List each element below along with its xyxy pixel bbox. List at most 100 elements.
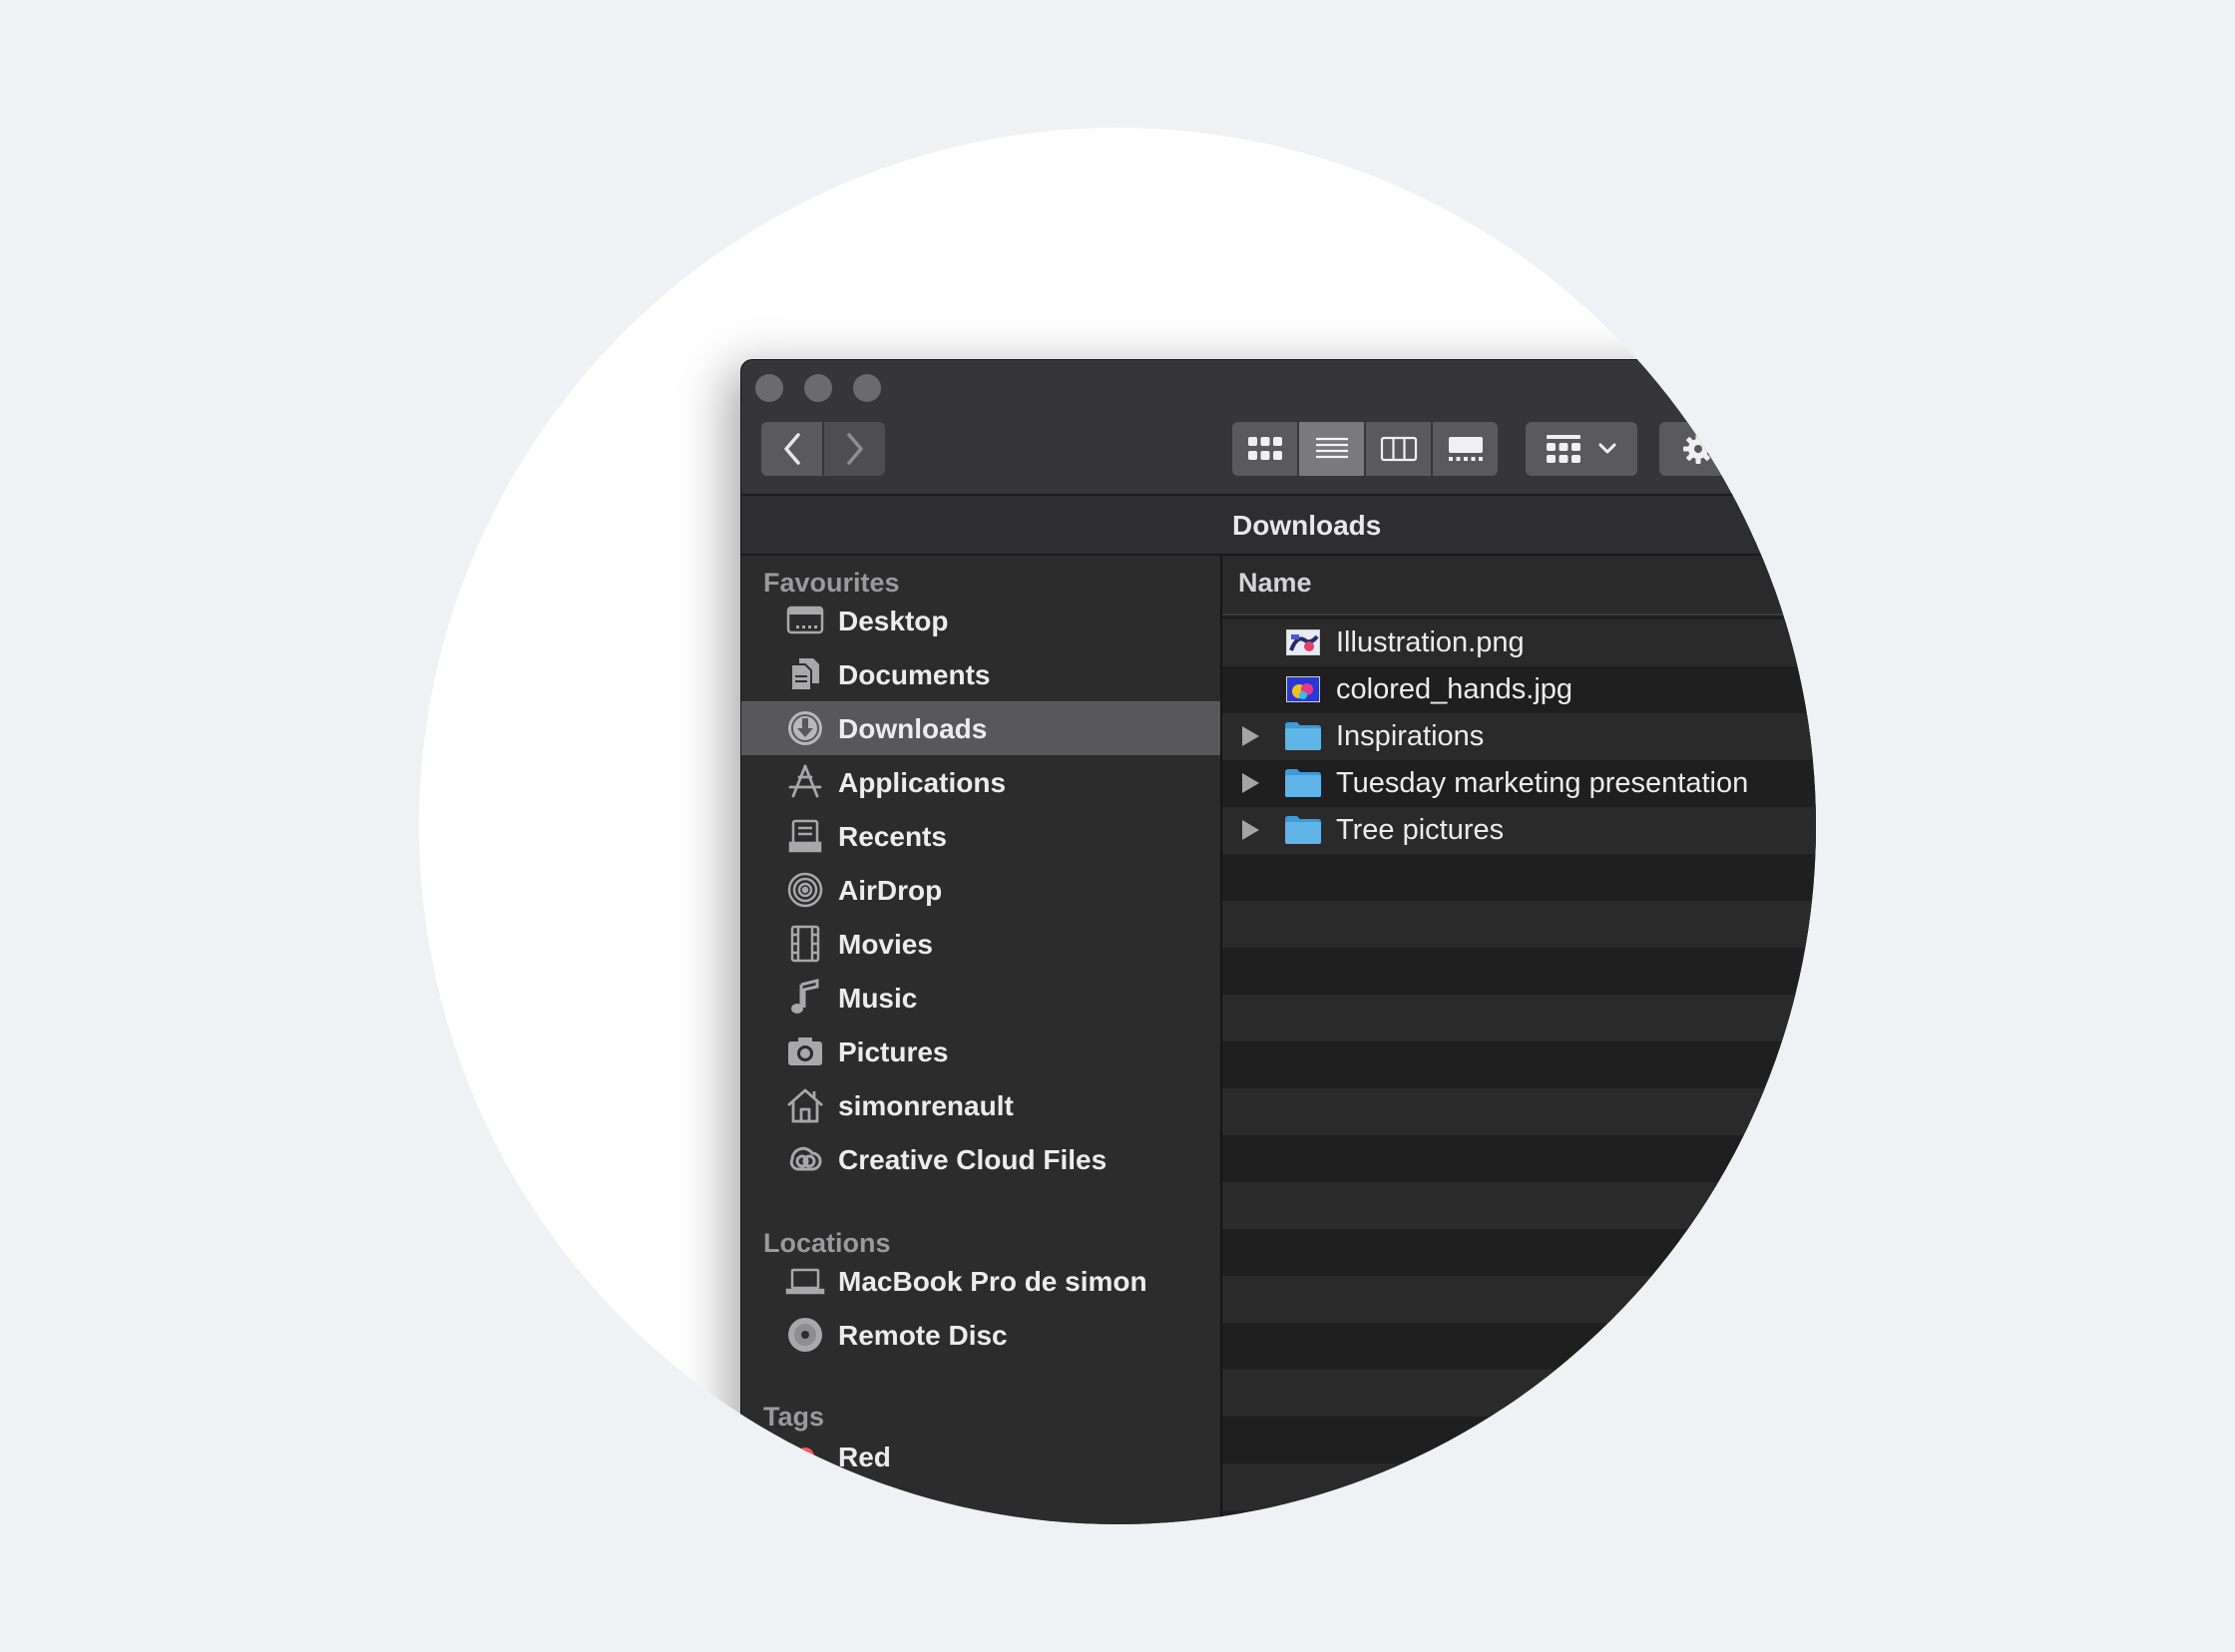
sidebar-item-label: simonrenault	[838, 1090, 1014, 1121]
file-row-inspirations[interactable]: Inspirations	[1222, 713, 1816, 760]
airdrop-icon	[785, 871, 825, 909]
gallery-view-button[interactable]	[1433, 422, 1498, 476]
sidebar-item-remote-disc[interactable]: Remote Disc	[741, 1308, 1220, 1362]
sidebar-item-label: Desktop	[838, 606, 949, 636]
disc-icon	[785, 1316, 825, 1354]
sidebar-item-simonrenault[interactable]: simonrenault	[741, 1078, 1220, 1132]
file-name: Inspirations	[1336, 720, 1485, 752]
sidebar-item-tag-red[interactable]: Red	[741, 1430, 1220, 1483]
file-row-tuesday-marketing[interactable]: Tuesday marketing presentation	[1222, 760, 1816, 807]
sidebar-item-creative-cloud[interactable]: Creative Cloud Files	[741, 1132, 1220, 1186]
file-name: Tuesday marketing presentation	[1336, 767, 1749, 799]
gallery-view-icon	[1448, 437, 1483, 461]
sidebar-item-movies[interactable]: Movies	[741, 917, 1220, 971]
sidebar-item-label: Pictures	[838, 1036, 949, 1067]
sidebar-item-applications[interactable]: Applications	[741, 755, 1220, 809]
column-view-button[interactable]	[1366, 422, 1431, 476]
finder-window: Downloads Favourites Desktop Documents D…	[740, 359, 1816, 1524]
music-icon	[785, 979, 825, 1017]
sidebar-item-label: Remote Disc	[838, 1320, 1008, 1351]
empty-row	[1222, 948, 1816, 995]
image-file-icon	[1286, 676, 1320, 702]
folder-icon	[1284, 768, 1322, 798]
spotlight-circle: Downloads Favourites Desktop Documents D…	[419, 128, 1816, 1524]
action-button[interactable]	[1659, 422, 1759, 476]
empty-row	[1222, 1041, 1816, 1088]
documents-icon	[785, 655, 825, 693]
sidebar-item-label: Applications	[838, 767, 1007, 798]
sidebar-item-airdrop[interactable]: AirDrop	[741, 863, 1220, 917]
title-bar	[741, 360, 1816, 496]
view-switcher	[1232, 422, 1498, 476]
sidebar-item-music[interactable]: Music	[741, 971, 1220, 1025]
empty-row	[1222, 1276, 1816, 1323]
empty-row	[1222, 1088, 1816, 1135]
sidebar-item-label: Movies	[838, 929, 933, 960]
column-header-name[interactable]: Name	[1222, 556, 1816, 616]
empty-row	[1222, 1510, 1816, 1524]
forward-button[interactable]	[824, 422, 885, 476]
sidebar-item-downloads[interactable]: Downloads	[741, 701, 1220, 755]
folder-icon	[1284, 815, 1322, 845]
empty-row	[1222, 1229, 1816, 1276]
pictures-icon	[785, 1032, 825, 1070]
back-button[interactable]	[761, 422, 822, 476]
empty-row	[1222, 995, 1816, 1041]
empty-row	[1222, 1323, 1816, 1370]
file-row-tree-pictures[interactable]: Tree pictures	[1222, 807, 1816, 854]
list-view-icon	[1315, 437, 1348, 459]
sidebar-item-recents[interactable]: Recents	[741, 809, 1220, 863]
file-rows: Illustration.png colored_hands.jpg Inspi…	[1222, 620, 1816, 1524]
disclosure-triangle-icon[interactable]	[1242, 726, 1259, 746]
empty-row	[1222, 1370, 1816, 1417]
zoom-window-button[interactable]	[853, 374, 881, 402]
sidebar-item-label: MacBook Pro de simon	[838, 1266, 1147, 1297]
sidebar-item-label: Creative Cloud Files	[838, 1144, 1108, 1175]
empty-row	[1222, 901, 1816, 948]
list-view-button[interactable]	[1299, 422, 1364, 476]
empty-row	[1222, 1417, 1816, 1463]
group-by-icon	[1547, 435, 1580, 463]
sidebar-item-label: Red	[838, 1442, 891, 1472]
empty-row	[1222, 1463, 1816, 1510]
file-name: Illustration.png	[1336, 626, 1525, 658]
sidebar-item-label: Downloads	[838, 713, 988, 744]
icon-view-icon	[1247, 437, 1282, 460]
minimize-window-button[interactable]	[804, 374, 832, 402]
sidebar-item-label: AirDrop	[838, 875, 943, 906]
navigation-buttons	[761, 422, 885, 476]
sidebar-item-label: Documents	[838, 659, 991, 690]
file-name: Tree pictures	[1336, 814, 1505, 846]
gear-icon	[1683, 434, 1713, 464]
applications-icon	[785, 763, 825, 801]
chevron-right-icon	[846, 433, 863, 465]
creative-cloud-icon	[785, 1140, 825, 1178]
chevron-down-icon	[1598, 443, 1616, 454]
column-view-icon	[1380, 436, 1417, 462]
tag-dot-icon	[785, 1438, 825, 1475]
file-name: colored_hands.jpg	[1336, 673, 1573, 705]
sidebar-item-desktop[interactable]: Desktop	[741, 594, 1220, 647]
home-icon	[785, 1086, 825, 1124]
column-header-label: Name	[1238, 568, 1312, 598]
close-window-button[interactable]	[755, 374, 783, 402]
recents-icon	[785, 817, 825, 855]
folder-icon	[1284, 721, 1322, 751]
disclosure-triangle-icon[interactable]	[1242, 820, 1259, 840]
desktop-icon	[785, 602, 825, 639]
sidebar-item-documents[interactable]: Documents	[741, 647, 1220, 701]
window-title: Downloads	[1232, 510, 1382, 541]
image-file-icon	[1286, 629, 1320, 655]
group-by-button[interactable]	[1526, 422, 1637, 476]
icon-view-button[interactable]	[1232, 422, 1297, 476]
sidebar-item-macbook[interactable]: MacBook Pro de simon	[741, 1254, 1220, 1308]
file-row-illustration[interactable]: Illustration.png	[1222, 620, 1816, 666]
downloads-icon	[785, 709, 825, 747]
disclosure-triangle-icon[interactable]	[1242, 773, 1259, 793]
sidebar-item-pictures[interactable]: Pictures	[741, 1025, 1220, 1078]
file-row-colored-hands[interactable]: colored_hands.jpg	[1222, 666, 1816, 713]
empty-row	[1222, 1182, 1816, 1229]
path-bar: Downloads	[741, 496, 1816, 556]
chevron-left-icon	[783, 433, 800, 465]
file-list: Name Illustration.png colored_hands.jpg	[1222, 556, 1816, 1524]
